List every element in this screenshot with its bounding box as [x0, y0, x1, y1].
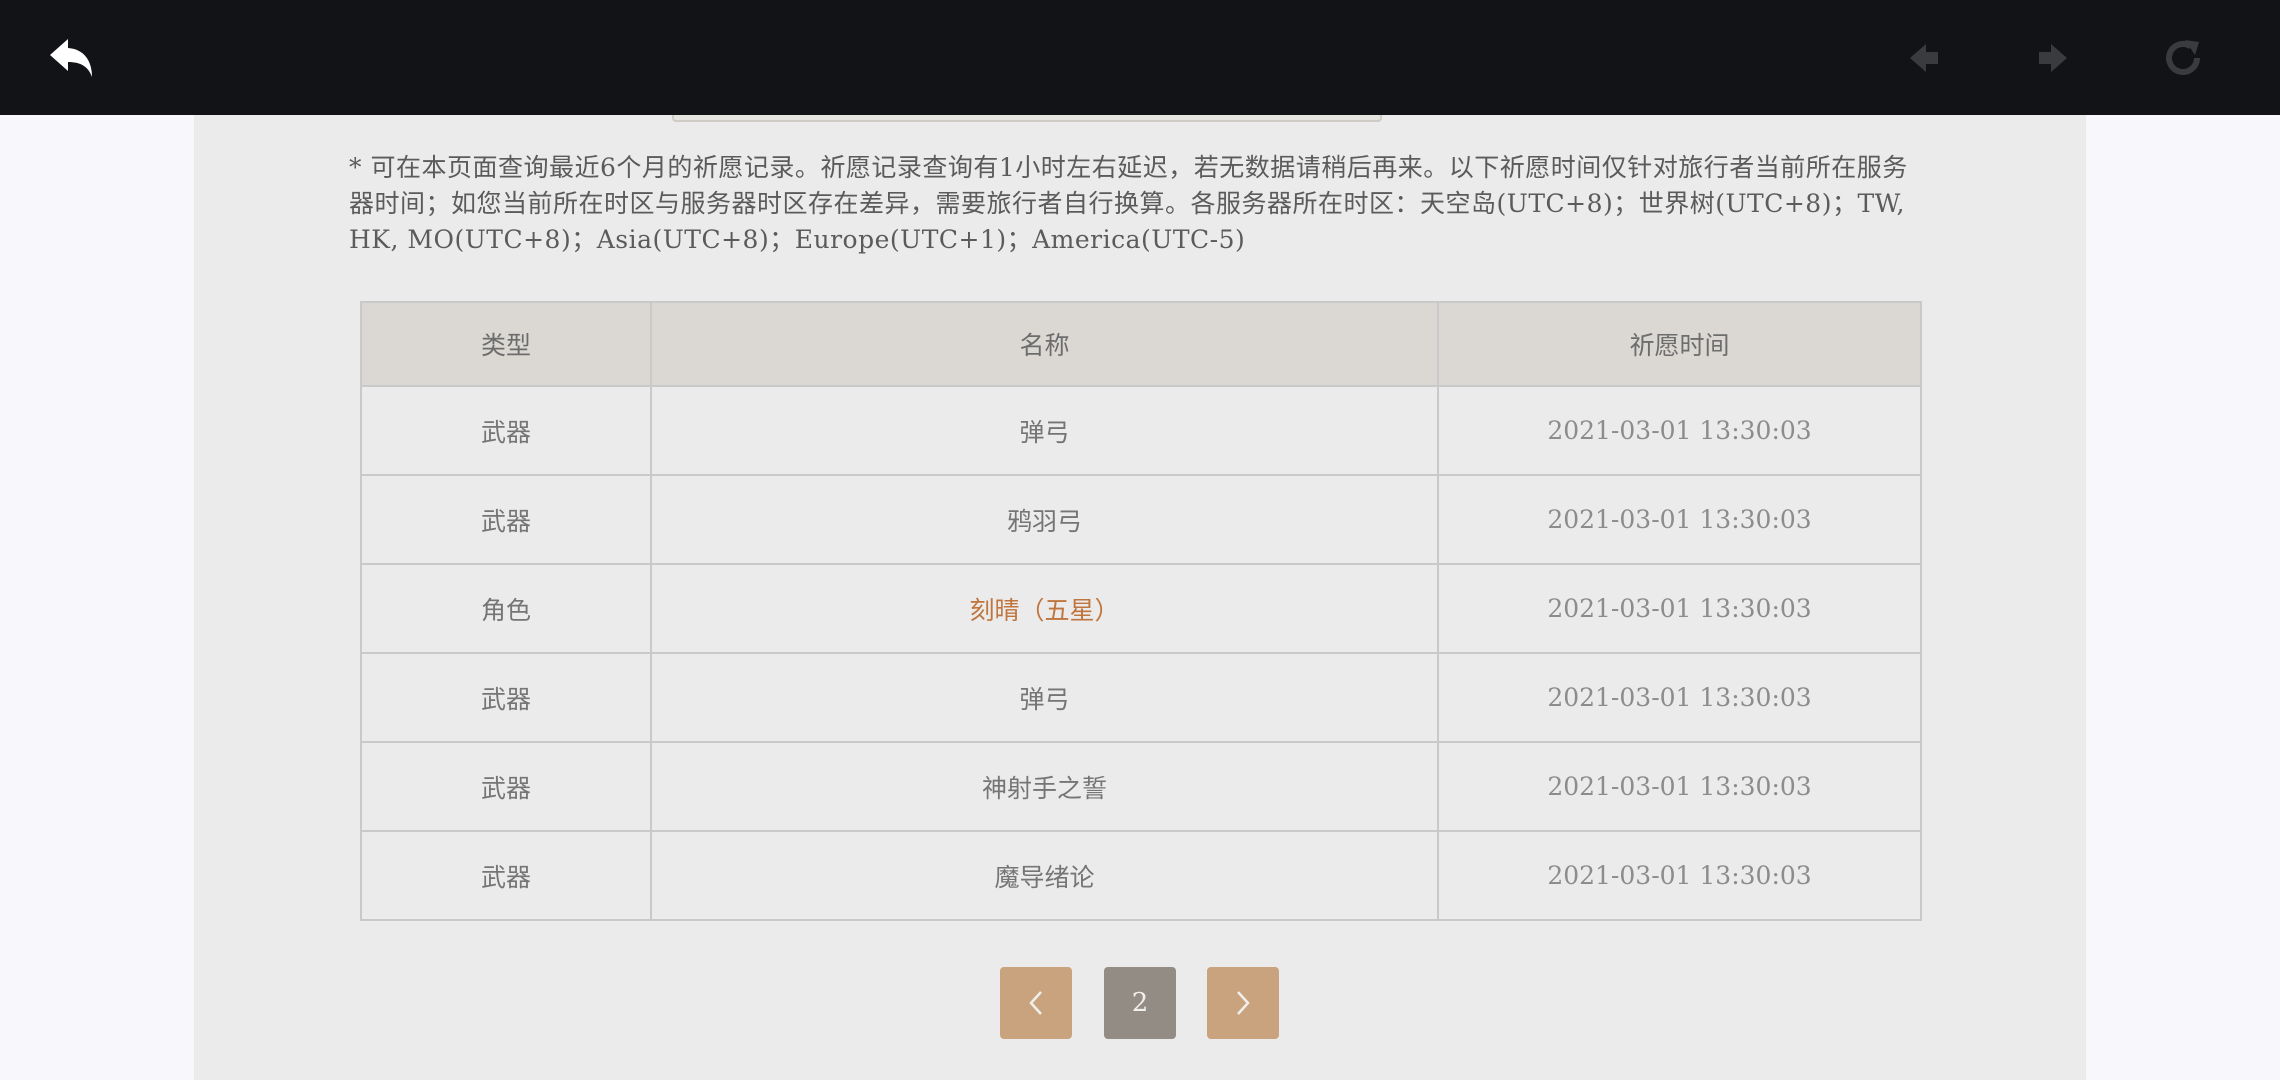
table-row: 角色 刻晴（五星） 2021-03-01 13:30:03	[360, 563, 1922, 654]
cell-name: 神射手之誓	[650, 741, 1439, 832]
prev-page-button[interactable]	[1000, 967, 1072, 1039]
next-page-button[interactable]	[1207, 967, 1279, 1039]
table-row: 武器 神射手之誓 2021-03-01 13:30:03	[360, 741, 1922, 832]
wish-history-panel: * 可在本页面查询最近6个月的祈愿记录。祈愿记录查询有1小时左右延迟，若无数据请…	[194, 0, 2086, 1080]
table-row: 武器 弹弓 2021-03-01 13:30:03	[360, 385, 1922, 476]
browser-back-icon[interactable]	[1896, 30, 1952, 86]
cell-time: 2021-03-01 13:30:03	[1437, 652, 1922, 743]
cell-time: 2021-03-01 13:30:03	[1437, 830, 1922, 921]
cell-time: 2021-03-01 13:30:03	[1437, 385, 1922, 476]
table-row: 武器 弹弓 2021-03-01 13:30:03	[360, 652, 1922, 743]
cell-type: 角色	[360, 563, 652, 654]
browser-forward-icon[interactable]	[2025, 30, 2081, 86]
top-bar	[0, 0, 2280, 115]
cell-type: 武器	[360, 652, 652, 743]
table-header-row: 类型 名称 祈愿时间	[360, 301, 1922, 387]
wish-notice: * 可在本页面查询最近6个月的祈愿记录。祈愿记录查询有1小时左右延迟，若无数据请…	[349, 153, 1908, 254]
cell-type: 武器	[360, 385, 652, 476]
chevron-left-icon	[1029, 991, 1042, 1015]
cell-type: 武器	[360, 474, 652, 565]
cell-name: 魔导绪论	[650, 830, 1439, 921]
cell-time: 2021-03-01 13:30:03	[1437, 563, 1922, 654]
cell-time: 2021-03-01 13:30:03	[1437, 474, 1922, 565]
table-row: 武器 鸦羽弓 2021-03-01 13:30:03	[360, 474, 1922, 565]
cell-type: 武器	[360, 830, 652, 921]
cell-type: 武器	[360, 741, 652, 832]
back-arrow-icon[interactable]	[44, 30, 100, 86]
wish-history-table: 类型 名称 祈愿时间 武器 弹弓 2021-03-01 13:30:03 武器 …	[360, 301, 1922, 921]
table-row: 武器 魔导绪论 2021-03-01 13:30:03	[360, 830, 1922, 921]
cell-name-five-star: 刻晴（五星）	[650, 563, 1439, 654]
refresh-icon[interactable]	[2155, 30, 2211, 86]
header-name: 名称	[650, 301, 1439, 387]
header-type: 类型	[360, 301, 652, 387]
cell-name: 鸦羽弓	[650, 474, 1439, 565]
cell-name: 弹弓	[650, 652, 1439, 743]
current-page-indicator[interactable]: 2	[1104, 967, 1176, 1039]
cell-name: 弹弓	[650, 385, 1439, 476]
chevron-right-icon	[1237, 991, 1250, 1015]
header-time: 祈愿时间	[1437, 301, 1922, 387]
cell-time: 2021-03-01 13:30:03	[1437, 741, 1922, 832]
